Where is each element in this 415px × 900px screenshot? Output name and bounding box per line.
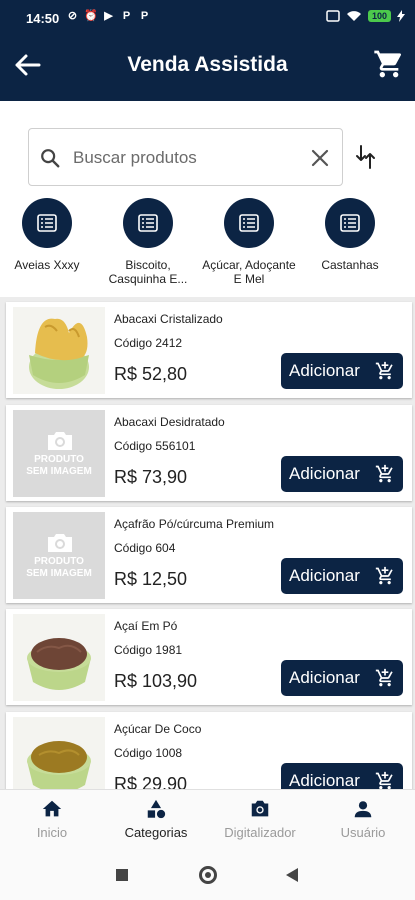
category-item[interactable]: Castanhas — [300, 198, 400, 272]
product-image — [13, 614, 105, 701]
add-cart-icon — [375, 566, 393, 585]
add-to-cart-button[interactable]: Adicionar — [281, 660, 403, 696]
add-cart-icon — [375, 464, 393, 483]
nav-item-digitalizador[interactable]: Digitalizador — [210, 798, 310, 840]
product-price: R$ 103,90 — [114, 671, 198, 691]
nav-item-inicio[interactable]: Inicio — [2, 798, 102, 840]
categories-icon — [147, 799, 166, 819]
category-item[interactable]: Açúcar, Adoçante E Mel — [199, 198, 299, 286]
user-icon — [354, 801, 372, 818]
product-code: Código 2412 — [114, 336, 183, 350]
product-card[interactable]: PRODUTO SEM IMAGEM Açafrão Pó/cúrcuma Pre… — [6, 507, 412, 603]
system-icons: 100 — [326, 10, 405, 22]
battery-icon: 100 — [367, 10, 391, 22]
app-header: 14:50 ⊘ ⏰ ▶ P P 100 Venda Assistida — [0, 0, 415, 101]
bottom-navigation: Inicio Categorias Digitalizador Usuário — [0, 789, 415, 850]
add-to-cart-button[interactable]: Adicionar — [281, 558, 403, 594]
screen-icon — [326, 10, 340, 22]
add-button-label: Adicionar — [289, 464, 360, 483]
category-label: Castanhas — [321, 258, 379, 272]
product-card[interactable]: Açúcar De Coco Código 1008 R$ 29,90 Adic… — [6, 712, 412, 789]
product-name: Açafrão Pó/cúrcuma Premium — [114, 517, 275, 531]
product-name: Abacaxi Cristalizado — [114, 312, 223, 326]
sort-icon — [356, 145, 375, 169]
search-icon — [41, 149, 60, 168]
add-cart-icon — [375, 361, 393, 380]
product-code: Código 1008 — [114, 746, 183, 760]
system-navigation-bar — [0, 850, 415, 900]
category-carousel: Aveias Xxxy Biscoito, Casquinha E... Açú… — [0, 198, 415, 296]
add-cart-icon — [375, 771, 393, 789]
back-nav-button[interactable] — [286, 868, 298, 882]
clear-search-icon[interactable] — [310, 148, 330, 168]
product-code: Código 1981 — [114, 643, 183, 657]
youtube-icon: ▶ — [104, 10, 113, 22]
product-code: Código 556101 — [114, 439, 196, 453]
charging-icon — [397, 10, 405, 22]
category-list-icon — [224, 198, 274, 248]
nav-label: Inicio — [36, 825, 68, 840]
search-input[interactable] — [73, 145, 293, 171]
no-image-text: PRODUTO SEM IMAGEM — [26, 556, 92, 579]
add-to-cart-button[interactable]: Adicionar — [281, 456, 403, 492]
camera-icon — [48, 534, 72, 552]
p-app-icon: P — [122, 10, 131, 22]
category-label: Aveias Xxxy — [14, 258, 80, 272]
shopping-cart-icon — [374, 50, 402, 78]
notification-icons: ⊘ ⏰ ▶ P P — [66, 10, 151, 23]
product-list: Abacaxi Cristalizado Código 2412 R$ 52,8… — [0, 297, 415, 789]
cart-button[interactable] — [373, 48, 405, 80]
product-image — [13, 717, 105, 789]
product-name: Açúcar De Coco — [114, 722, 202, 736]
product-name: Açaí Em Pó — [114, 619, 178, 633]
camera-icon — [251, 800, 269, 817]
category-item[interactable]: Aveias Xxxy — [0, 198, 97, 272]
product-card[interactable]: Abacaxi Cristalizado Código 2412 R$ 52,8… — [6, 302, 412, 398]
add-to-cart-button[interactable]: Adicionar — [281, 763, 403, 789]
recent-apps-button[interactable] — [116, 869, 128, 881]
wifi-icon — [346, 11, 361, 21]
product-image-placeholder: PRODUTO SEM IMAGEM — [13, 410, 105, 497]
status-time: 14:50 — [26, 11, 60, 26]
sync-off-icon: ⊘ — [67, 10, 78, 22]
add-button-label: Adicionar — [289, 361, 360, 380]
product-price: R$ 29,90 — [114, 774, 188, 789]
add-to-cart-button[interactable]: Adicionar — [281, 353, 403, 389]
category-label: Açúcar, Adoçante E Mel — [202, 258, 296, 286]
status-bar: 14:50 ⊘ ⏰ ▶ P P 100 — [0, 0, 415, 34]
product-price: R$ 73,90 — [114, 467, 188, 487]
search-bar — [28, 128, 343, 186]
product-name: Abacaxi Desidratado — [114, 415, 225, 429]
add-cart-icon — [375, 668, 393, 687]
nav-label: Usuário — [340, 825, 386, 840]
category-label: Biscoito, Casquinha E... — [108, 258, 188, 286]
add-button-label: Adicionar — [289, 771, 360, 789]
product-code: Código 604 — [114, 541, 176, 555]
nav-label: Digitalizador — [224, 825, 296, 840]
home-icon — [42, 800, 62, 817]
alarm-icon: ⏰ — [84, 10, 98, 22]
camera-icon — [48, 432, 72, 450]
product-card[interactable]: PRODUTO SEM IMAGEM Abacaxi Desidratado Có… — [6, 405, 412, 501]
product-image — [13, 307, 105, 394]
nav-item-categorias[interactable]: Categorias — [106, 798, 206, 840]
nav-label: Categorias — [124, 825, 188, 840]
category-list-icon — [123, 198, 173, 248]
product-image-placeholder: PRODUTO SEM IMAGEM — [13, 512, 105, 599]
no-image-text: PRODUTO SEM IMAGEM — [26, 454, 92, 477]
nav-item-usuario[interactable]: Usuário — [313, 798, 413, 840]
home-button[interactable] — [199, 866, 217, 884]
category-list-icon — [22, 198, 72, 248]
category-list-icon — [325, 198, 375, 248]
add-button-label: Adicionar — [289, 566, 360, 585]
product-card[interactable]: Açaí Em Pó Código 1981 R$ 103,90 Adicion… — [6, 609, 412, 705]
add-button-label: Adicionar — [289, 668, 360, 687]
sort-button[interactable] — [353, 142, 379, 172]
product-price: R$ 12,50 — [114, 569, 188, 589]
p-app-icon: P — [140, 10, 149, 22]
category-item[interactable]: Biscoito, Casquinha E... — [98, 198, 198, 286]
page-title: Venda Assistida — [127, 53, 288, 76]
product-price: R$ 52,80 — [114, 364, 188, 384]
